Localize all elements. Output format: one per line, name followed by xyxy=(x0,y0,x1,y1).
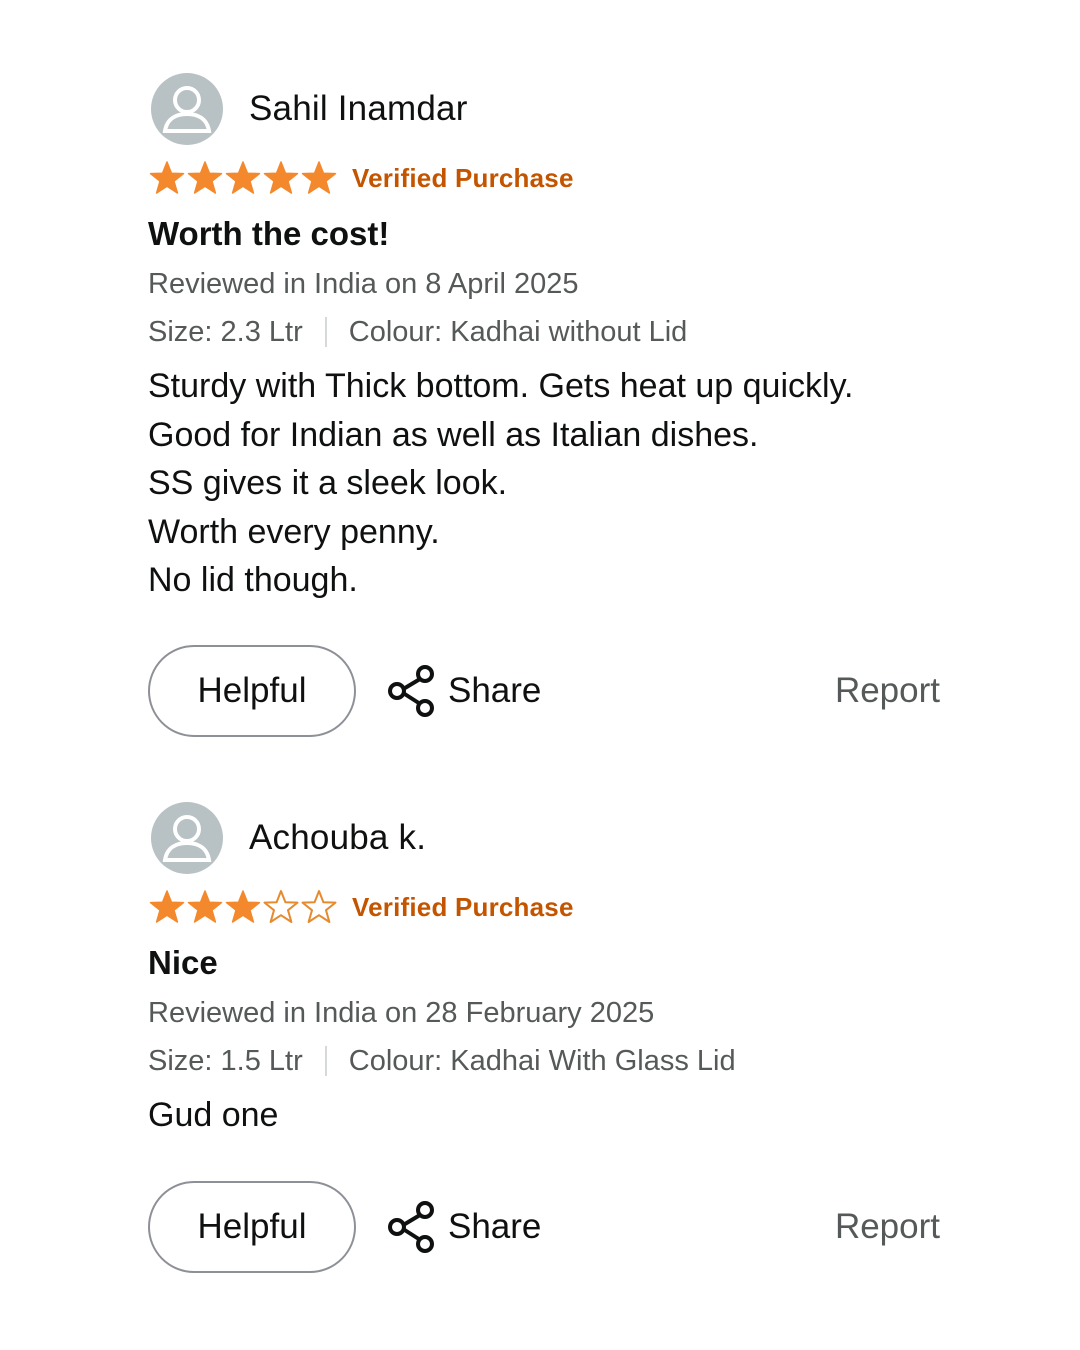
report-link[interactable]: Report xyxy=(835,1207,940,1247)
star-filled-icon xyxy=(225,161,261,194)
variant-colour: Colour: Kadhai without Lid xyxy=(348,316,688,348)
review-author-row: Sahil Inamdar xyxy=(148,72,940,146)
review-author-name[interactable]: Sahil Inamdar xyxy=(249,89,468,129)
star-filled-icon xyxy=(225,890,261,923)
share-icon xyxy=(388,1201,434,1253)
variant-divider xyxy=(324,1046,327,1076)
review-card: Achouba k. Verified Purchase Nice Review… xyxy=(148,801,940,1273)
share-icon xyxy=(388,665,434,717)
star-empty-icon xyxy=(263,890,299,923)
variant-size: Size: 2.3 Ltr xyxy=(148,316,303,348)
review-body: Gud one xyxy=(148,1091,940,1140)
star-filled-icon xyxy=(187,161,223,194)
report-link[interactable]: Report xyxy=(835,671,940,711)
review-date: Reviewed in India on 8 April 2025 xyxy=(148,268,579,300)
review-author-name[interactable]: Achouba k. xyxy=(249,818,426,858)
star-filled-icon xyxy=(149,890,185,923)
star-filled-icon xyxy=(187,890,223,923)
star-rating[interactable] xyxy=(148,889,338,925)
star-rating[interactable] xyxy=(148,160,338,196)
share-button[interactable]: Share xyxy=(386,663,541,719)
avatar xyxy=(151,802,223,874)
review-actions: Helpful Share Report xyxy=(148,645,940,737)
verified-purchase-badge: Verified Purchase xyxy=(352,162,574,193)
helpful-button[interactable]: Helpful xyxy=(148,645,356,737)
review-variant: Size: 1.5 Ltr Colour: Kadhai With Glass … xyxy=(148,1041,940,1081)
share-label: Share xyxy=(448,1207,542,1246)
star-filled-icon xyxy=(263,161,299,194)
variant-size: Size: 1.5 Ltr xyxy=(148,1045,303,1077)
helpful-button[interactable]: Helpful xyxy=(148,1181,356,1273)
variant-colour: Colour: Kadhai With Glass Lid xyxy=(348,1045,736,1077)
review-card: Sahil Inamdar Verified Purchase Worth th… xyxy=(148,72,940,737)
rating-row: Verified Purchase xyxy=(148,887,940,927)
review-body-line: Sturdy with Thick bottom. Gets heat up q… xyxy=(148,367,854,405)
review-date: Reviewed in India on 28 February 2025 xyxy=(148,997,655,1029)
rating-row: Verified Purchase xyxy=(148,158,940,198)
star-filled-icon xyxy=(149,161,185,194)
review-body-line: No lid though. xyxy=(148,561,358,599)
review-body-line: Good for Indian as well as Italian dishe… xyxy=(148,415,759,454)
review-title: Nice xyxy=(148,944,218,981)
star-filled-icon xyxy=(301,161,337,194)
review-variant: Size: 2.3 Ltr Colour: Kadhai without Lid xyxy=(148,312,940,352)
avatar xyxy=(151,73,223,145)
variant-divider xyxy=(324,317,327,347)
review-body-line: Gud one xyxy=(148,1096,279,1134)
user-avatar-icon xyxy=(162,86,212,133)
review-body-line: Worth every penny. xyxy=(148,512,440,551)
review-body: Sturdy with Thick bottom. Gets heat up q… xyxy=(148,362,940,605)
verified-purchase-badge: Verified Purchase xyxy=(352,891,574,922)
review-actions: Helpful Share Report xyxy=(148,1181,940,1273)
user-avatar-icon xyxy=(162,815,212,862)
review-title: Worth the cost! xyxy=(148,215,390,252)
review-body-line: SS gives it a sleek look. xyxy=(148,464,508,502)
review-author-row: Achouba k. xyxy=(148,801,940,875)
star-empty-icon xyxy=(301,890,337,923)
share-button[interactable]: Share xyxy=(386,1199,541,1255)
share-label: Share xyxy=(448,671,542,710)
